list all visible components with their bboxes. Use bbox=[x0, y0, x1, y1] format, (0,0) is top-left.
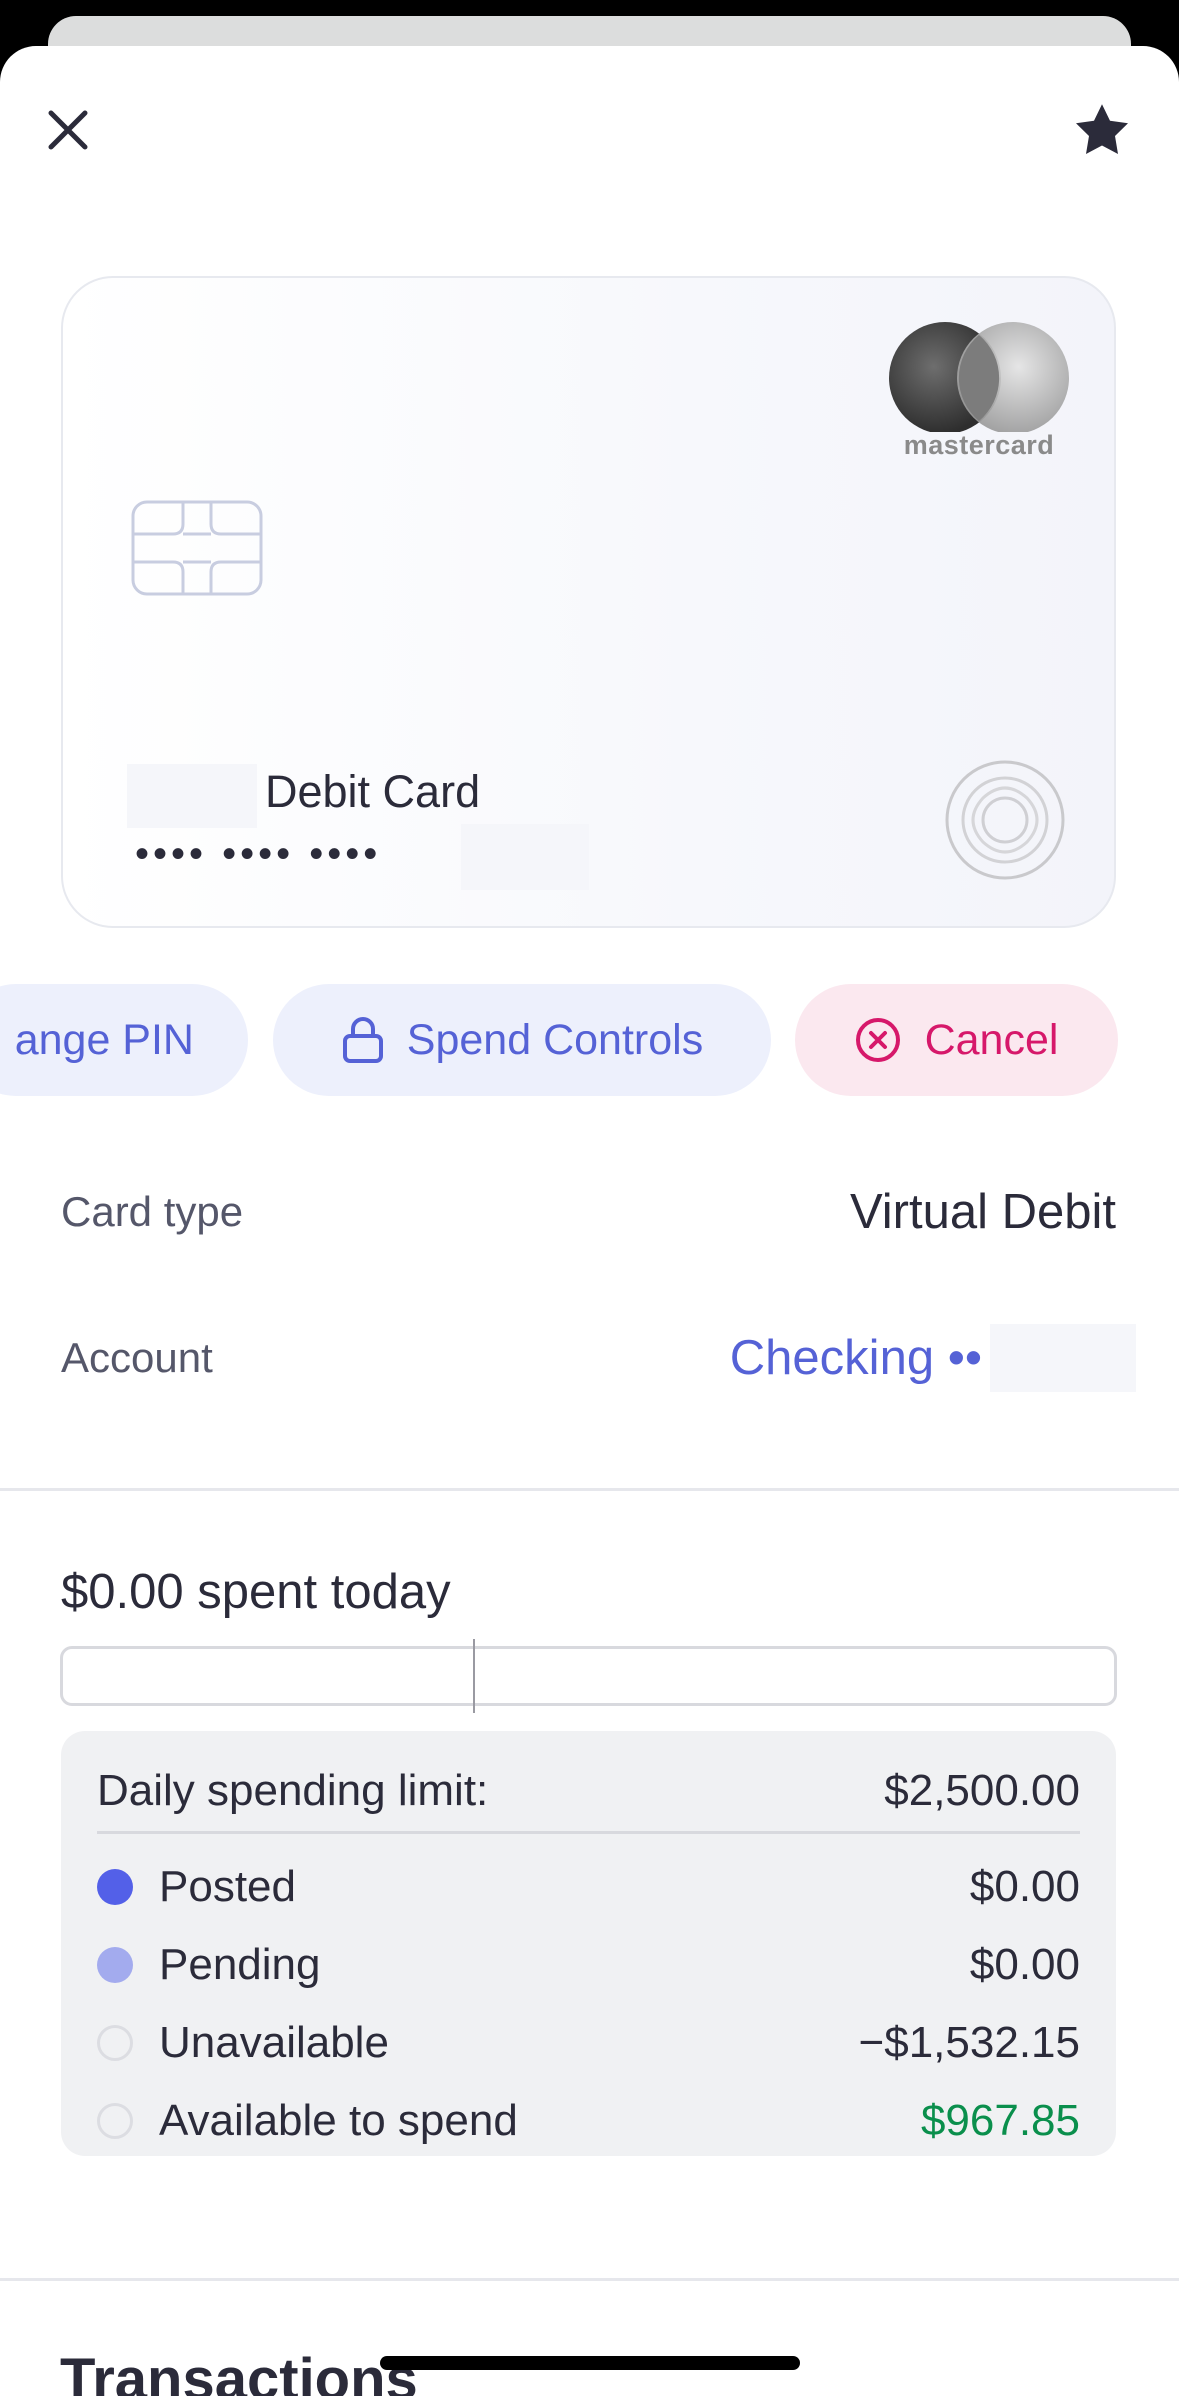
star-icon bbox=[1076, 104, 1128, 154]
change-pin-button[interactable]: ange PIN bbox=[0, 984, 248, 1096]
change-pin-label: ange PIN bbox=[14, 1015, 194, 1064]
account-value: Checking •• bbox=[729, 1331, 982, 1385]
transactions-heading: Transactions bbox=[60, 2347, 418, 2396]
available-value: $967.85 bbox=[920, 2096, 1080, 2145]
mastercard-icon bbox=[889, 322, 1069, 434]
lock-icon bbox=[342, 1017, 383, 1063]
posted-dot-icon bbox=[97, 1869, 133, 1905]
card-last-digits-redacted bbox=[461, 824, 589, 890]
close-button[interactable] bbox=[36, 98, 100, 162]
spending-breakdown: Daily spending limit: $2,500.00 Posted $… bbox=[61, 1731, 1116, 2156]
unavailable-dot-icon bbox=[97, 2025, 133, 2061]
cancel-label: Cancel bbox=[924, 1015, 1059, 1064]
posted-label: Posted bbox=[159, 1862, 296, 1911]
daily-limit-value: $2,500.00 bbox=[884, 1766, 1080, 1815]
card-seal-icon bbox=[945, 760, 1065, 880]
available-row: Available to spend $967.85 bbox=[97, 2085, 1080, 2157]
pending-label: Pending bbox=[159, 1940, 321, 1989]
spend-controls-label: Spend Controls bbox=[406, 1015, 704, 1064]
spent-today: $0.00 spent today bbox=[61, 1565, 451, 1619]
available-label: Available to spend bbox=[159, 2096, 518, 2145]
card-actions: ange PIN Spend Controls Cancel bbox=[0, 984, 1179, 1096]
spending-progress-bar bbox=[60, 1639, 1117, 1713]
progress-marker bbox=[473, 1639, 475, 1713]
mastercard-wordmark: mastercard bbox=[903, 430, 1055, 460]
card-nickname-redacted bbox=[127, 764, 257, 828]
card-detail-sheet: mastercard Debit Card •••• •••• •••• ang… bbox=[0, 46, 1179, 2396]
pending-value: $0.00 bbox=[969, 1940, 1080, 1989]
card-name: Debit Card bbox=[265, 766, 481, 817]
mastercard-logo: mastercard bbox=[879, 322, 1079, 472]
card-chip-icon bbox=[131, 500, 263, 596]
card-type-label: Card type bbox=[61, 1188, 244, 1235]
available-dot-icon bbox=[97, 2103, 133, 2139]
close-icon bbox=[48, 110, 88, 150]
cancel-card-button[interactable]: Cancel bbox=[795, 984, 1118, 1096]
posted-value: $0.00 bbox=[969, 1862, 1080, 1911]
cancel-circle-icon bbox=[855, 1018, 900, 1062]
section-divider bbox=[0, 1488, 1179, 1491]
card-type-value: Virtual Debit bbox=[849, 1185, 1116, 1239]
daily-limit-row: Daily spending limit: $2,500.00 bbox=[97, 1751, 1080, 1834]
posted-row: Posted $0.00 bbox=[97, 1851, 1080, 1923]
account-number-redacted bbox=[990, 1324, 1136, 1392]
home-indicator bbox=[380, 2356, 800, 2370]
favorite-button[interactable] bbox=[1068, 96, 1136, 164]
card-number-masked: •••• •••• •••• bbox=[135, 832, 382, 876]
account-link[interactable]: Checking •• bbox=[730, 1324, 1136, 1392]
unavailable-row: Unavailable −$1,532.15 bbox=[97, 2007, 1080, 2079]
pending-dot-icon bbox=[97, 1947, 133, 1983]
spend-controls-button[interactable]: Spend Controls bbox=[273, 984, 771, 1096]
section-divider-2 bbox=[0, 2278, 1179, 2281]
account-row: Account Checking •• bbox=[61, 1318, 1136, 1398]
pending-row: Pending $0.00 bbox=[97, 1929, 1080, 2001]
daily-limit-label: Daily spending limit: bbox=[97, 1766, 489, 1815]
unavailable-label: Unavailable bbox=[159, 2018, 389, 2067]
card-type-row: Card type Virtual Debit bbox=[61, 1172, 1116, 1252]
account-label: Account bbox=[61, 1334, 213, 1381]
debit-card[interactable]: mastercard Debit Card •••• •••• •••• bbox=[61, 276, 1116, 928]
unavailable-value: −$1,532.15 bbox=[858, 2018, 1080, 2067]
